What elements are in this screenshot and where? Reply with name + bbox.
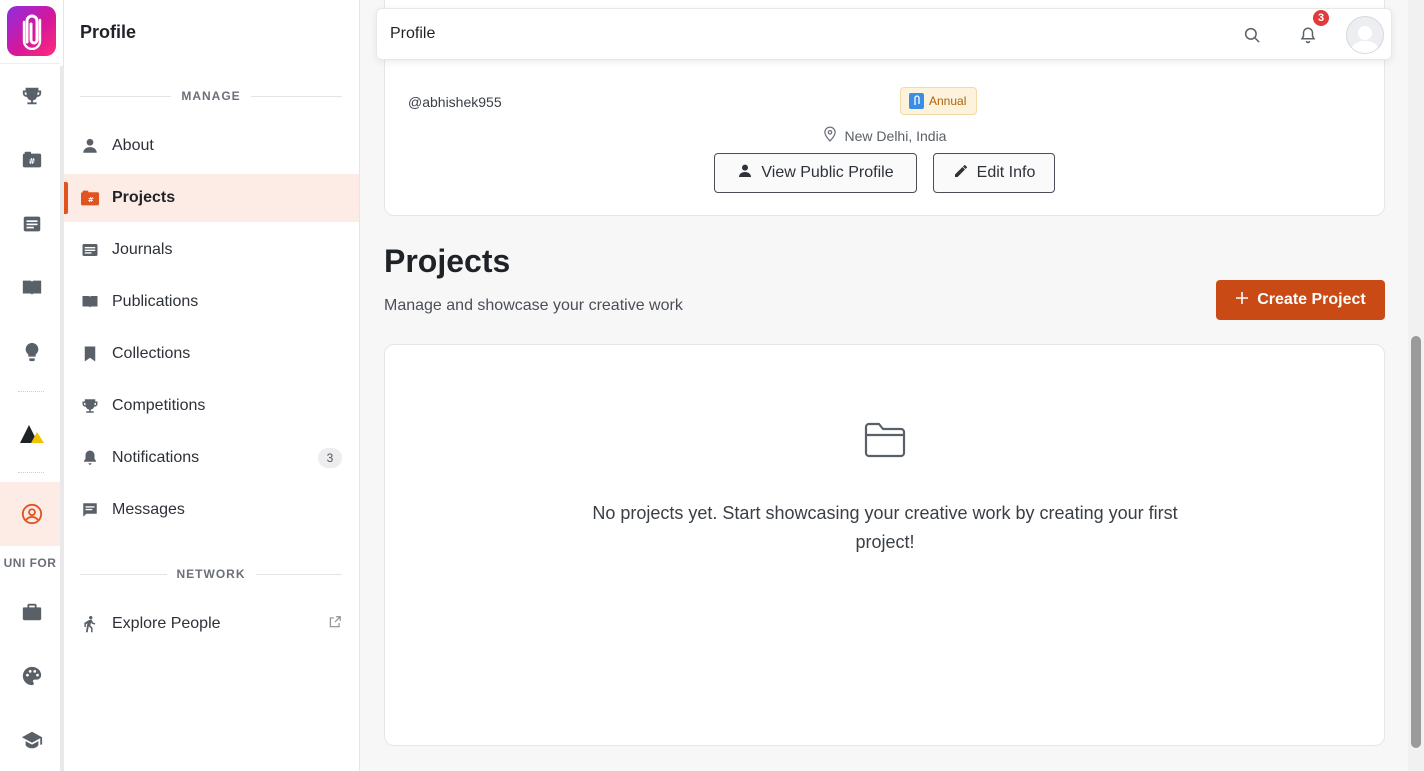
projects-empty-state: No projects yet. Start showcasing your c… bbox=[384, 344, 1385, 746]
empty-state-message: No projects yet. Start showcasing your c… bbox=[592, 503, 1178, 552]
location-pin-icon bbox=[823, 126, 837, 145]
triangle-logo-icon[interactable] bbox=[12, 414, 52, 454]
profile-circle-icon[interactable] bbox=[12, 494, 52, 534]
page-subtitle: Manage and showcase your creative work bbox=[384, 297, 683, 314]
external-link-icon bbox=[328, 615, 342, 634]
trophy-icon bbox=[80, 396, 100, 416]
sidebar-item-collections[interactable]: Collections bbox=[64, 330, 359, 378]
journal-icon[interactable] bbox=[12, 204, 52, 244]
create-project-button[interactable]: Create Project bbox=[1216, 280, 1385, 320]
icon-rail: # UNI FOR bbox=[0, 0, 64, 771]
sidebar-item-notifications[interactable]: Notifications 3 bbox=[64, 434, 359, 482]
page-breadcrumb: Profile bbox=[390, 25, 436, 42]
pencil-icon bbox=[953, 163, 969, 184]
person-icon bbox=[737, 163, 753, 184]
projects-icon: # bbox=[80, 188, 100, 208]
search-icon[interactable] bbox=[1240, 23, 1264, 47]
walking-person-icon bbox=[80, 614, 100, 634]
svg-text:#: # bbox=[88, 195, 94, 204]
sidebar-item-label: Journals bbox=[112, 241, 173, 258]
location-text: New Delhi, India bbox=[844, 127, 947, 144]
notification-count-badge: 3 bbox=[1313, 10, 1329, 26]
sidebar-item-label: About bbox=[112, 137, 154, 154]
sidebar-item-label: Explore People bbox=[112, 615, 221, 632]
bell-icon bbox=[80, 448, 100, 468]
plan-label: Annual bbox=[929, 94, 967, 108]
briefcase-icon[interactable] bbox=[12, 592, 52, 632]
page-title: Projects bbox=[384, 243, 511, 279]
profile-sidebar: Profile MANAGE About # Projects Journals… bbox=[64, 0, 360, 771]
plan-badge: Annual bbox=[900, 87, 977, 115]
sidebar-item-publications[interactable]: Publications bbox=[64, 278, 359, 326]
top-bar: Profile 3 bbox=[376, 8, 1392, 60]
sidebar-item-label: Competitions bbox=[112, 397, 206, 414]
message-icon bbox=[80, 500, 100, 520]
page-scrollbar[interactable] bbox=[1408, 0, 1424, 771]
section-network-header: NETWORK bbox=[80, 567, 342, 581]
create-project-label: Create Project bbox=[1257, 291, 1366, 308]
sidebar-item-label: Publications bbox=[112, 293, 199, 310]
journal-icon bbox=[80, 240, 100, 260]
book-icon bbox=[80, 292, 100, 312]
bell-icon[interactable] bbox=[1296, 23, 1320, 47]
view-public-profile-button[interactable]: View Public Profile bbox=[714, 153, 917, 193]
sidebar-item-label: Projects bbox=[112, 189, 176, 206]
folder-icon bbox=[863, 421, 907, 464]
sidebar-item-competitions[interactable]: Competitions bbox=[64, 382, 359, 430]
avatar[interactable] bbox=[1346, 16, 1384, 54]
svg-text:#: # bbox=[29, 156, 36, 166]
section-network-label: NETWORK bbox=[176, 567, 246, 581]
bookmark-icon bbox=[80, 344, 100, 364]
sidebar-item-journals[interactable]: Journals bbox=[64, 226, 359, 274]
lightbulb-icon[interactable] bbox=[12, 332, 52, 372]
sidebar-item-messages[interactable]: Messages bbox=[64, 486, 359, 534]
notifications-count-badge: 3 bbox=[318, 448, 342, 468]
sidebar-title: Profile bbox=[80, 22, 137, 42]
view-public-profile-label: View Public Profile bbox=[761, 164, 894, 181]
profile-location: New Delhi, India bbox=[384, 126, 1385, 145]
plus-icon bbox=[1235, 291, 1249, 310]
scrollbar-thumb[interactable] bbox=[1411, 336, 1421, 748]
edit-info-button[interactable]: Edit Info bbox=[933, 153, 1055, 193]
sidebar-item-explore-people[interactable]: Explore People bbox=[64, 600, 359, 648]
rail-section-label: UNI FOR bbox=[3, 556, 57, 570]
sidebar-item-about[interactable]: About bbox=[64, 122, 359, 170]
book-icon[interactable] bbox=[12, 268, 52, 308]
person-icon bbox=[80, 136, 100, 156]
trophy-icon[interactable] bbox=[12, 76, 52, 116]
section-manage-header: MANAGE bbox=[80, 89, 342, 103]
app-logo[interactable] bbox=[7, 6, 56, 56]
edit-info-label: Edit Info bbox=[976, 164, 1036, 181]
section-manage-label: MANAGE bbox=[181, 89, 241, 103]
profile-username: @abhishek955 bbox=[408, 94, 502, 110]
sidebar-item-label: Messages bbox=[112, 501, 185, 518]
sidebar-item-label: Collections bbox=[112, 345, 191, 362]
palette-icon[interactable] bbox=[12, 656, 52, 696]
graduation-cap-icon[interactable] bbox=[12, 720, 52, 760]
sidebar-item-projects[interactable]: # Projects bbox=[64, 174, 359, 222]
projects-icon[interactable]: # bbox=[12, 140, 52, 180]
sidebar-item-label: Notifications bbox=[112, 449, 200, 466]
plan-icon bbox=[909, 93, 924, 109]
